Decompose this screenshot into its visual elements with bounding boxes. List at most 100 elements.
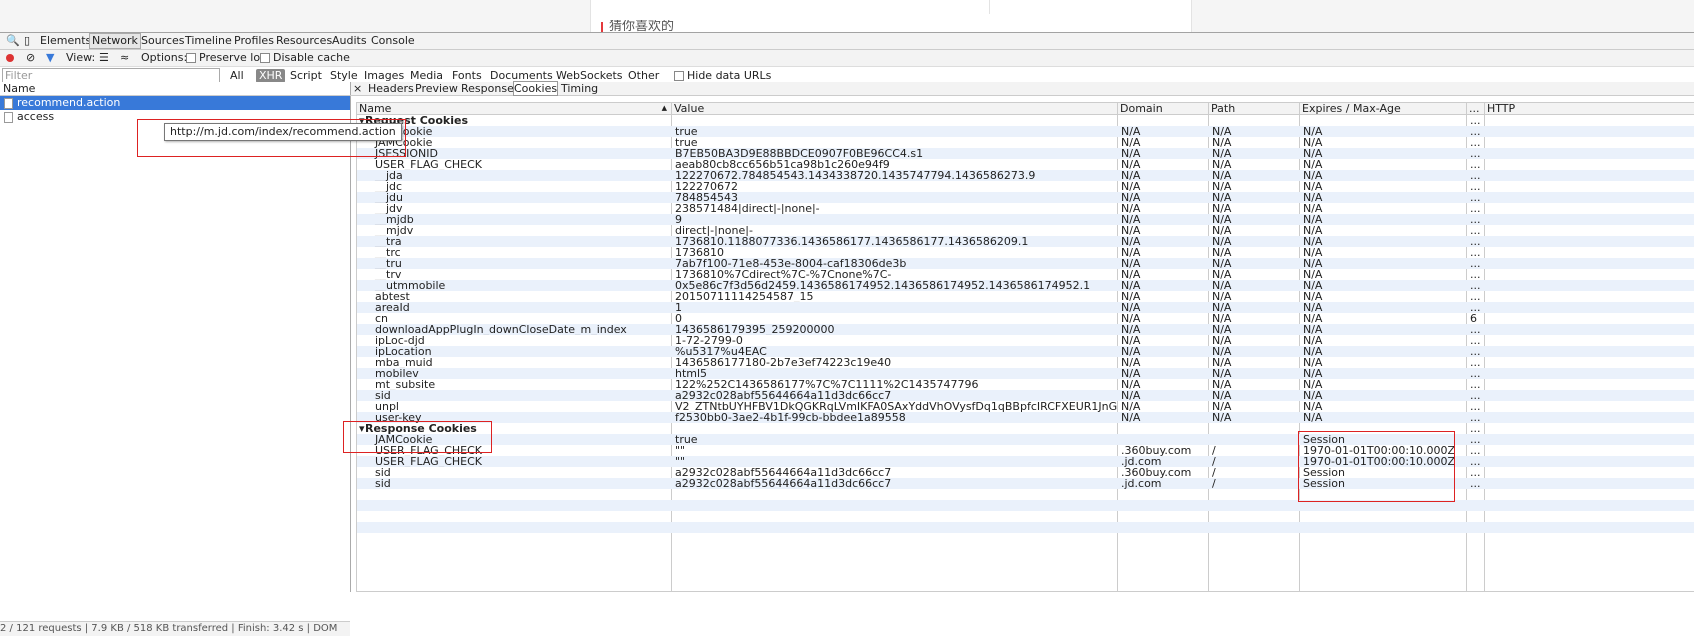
cookie-row[interactable]: sid a2932c028abf55644664a11d3dc66cc7 .jd.c…	[357, 478, 1694, 489]
cookie-row[interactable]: __utmmobile 0x5e86c7f3d56d2459.1436586174…	[357, 280, 1694, 291]
cookie-path: N/A	[1212, 357, 1232, 368]
filter-other[interactable]: Other	[628, 69, 659, 83]
cookie-name: sid	[375, 390, 391, 401]
inspect-icon[interactable]: 🔍	[4, 34, 22, 48]
cookie-group-row[interactable]: ▾ Request Cookies...	[357, 115, 1694, 126]
filter-icon[interactable]: ▼	[46, 51, 54, 65]
cookie-row[interactable]: USER_FLAG_CHECK aeab80cb8cc656b51ca98b1c2…	[357, 159, 1694, 170]
cookie-row[interactable]: __trc 1736810 N/A N/A N/A...	[357, 247, 1694, 258]
tab-resources[interactable]: Resources	[274, 34, 334, 48]
disable-cache-label: Disable cache	[273, 51, 350, 64]
close-icon[interactable]: ×	[353, 82, 362, 95]
cookie-more: ...	[1470, 236, 1481, 247]
cookie-more: ...	[1470, 225, 1481, 236]
tab-preview[interactable]: Preview	[415, 82, 458, 95]
column-http[interactable]: HTTP	[1485, 103, 1694, 114]
overview-icon[interactable]: ≈	[120, 51, 129, 65]
cookie-more: ...	[1470, 115, 1481, 126]
cookie-row[interactable]: __tra 1736810.1188077336.1436586177.14365…	[357, 236, 1694, 247]
cookie-name: areaId	[375, 302, 410, 313]
cookie-domain: N/A	[1121, 313, 1141, 324]
cookie-row[interactable]: mt_subsite 122%252C1436586177%7C%7C1111%2…	[357, 379, 1694, 390]
cookie-row[interactable]: __jda 122270672.784854543.1434338720.1435…	[357, 170, 1694, 181]
tab-console[interactable]: Console	[369, 34, 417, 48]
cookie-expires: N/A	[1303, 346, 1323, 357]
cookie-row[interactable]: downloadAppPlugIn_downCloseDate_m_index 1…	[357, 324, 1694, 335]
device-icon[interactable]: ▯	[22, 34, 32, 48]
cookie-domain: N/A	[1121, 390, 1141, 401]
filter-websockets[interactable]: WebSockets	[556, 69, 623, 83]
column-expires[interactable]: Expires / Max-Age	[1300, 103, 1467, 114]
tab-audits[interactable]: Audits	[330, 34, 369, 48]
cookie-row[interactable]: __mjdv direct|-|none|- N/A N/A N/A...	[357, 225, 1694, 236]
filter-xhr[interactable]: XHR	[256, 69, 286, 83]
tab-sources[interactable]: Sources	[139, 34, 187, 48]
tab-elements[interactable]: Elements	[38, 34, 93, 48]
cookie-row[interactable]: USER_FLAG_CHECK "" .jd.com/1970-01-01T00:0…	[357, 456, 1694, 467]
cookie-domain: N/A	[1121, 368, 1141, 379]
filter-media[interactable]: Media	[410, 69, 443, 83]
filter-style[interactable]: Style	[330, 69, 358, 83]
clear-icon[interactable]: ⊘	[26, 51, 35, 65]
cookie-domain: N/A	[1121, 170, 1141, 181]
cookie-path: N/A	[1212, 181, 1232, 192]
cookie-name: sid	[375, 478, 391, 489]
cookie-domain: .jd.com	[1121, 478, 1162, 489]
cookie-value: 7ab7f100-71e8-453e-8004-caf18306de3b	[675, 258, 907, 269]
cookie-row[interactable]: ipLoc-djd 1-72-2799-0 N/A N/A N/A...	[357, 335, 1694, 346]
column-value[interactable]: Value	[672, 103, 1118, 114]
cookie-row[interactable]: JAMCookie true N/A N/A N/A...	[357, 137, 1694, 148]
filter-images[interactable]: Images	[364, 69, 404, 83]
cookie-row[interactable]: __tru 7ab7f100-71e8-453e-8004-caf18306de3…	[357, 258, 1694, 269]
filter-input[interactable]: Filter	[2, 68, 220, 83]
cookie-row[interactable]: abtest 20150711114254587_15 N/A N/A N/A...	[357, 291, 1694, 302]
filter-script[interactable]: Script	[290, 69, 322, 83]
cookie-group-row[interactable]: ▾ Response Cookies...	[357, 423, 1694, 434]
cookie-path: N/A	[1212, 126, 1232, 137]
cookie-row[interactable]: __jdc 122270672 N/A N/A N/A...	[357, 181, 1694, 192]
cookie-row[interactable]: user-key f2530bb0-3ae2-4b1f-99cb-bbdee1a8…	[357, 412, 1694, 423]
cookie-row[interactable]: __jdv 238571484|direct|-|none|- N/A N/A N/A.…	[357, 203, 1694, 214]
column-size[interactable]: ...	[1467, 103, 1485, 114]
tab-cookies[interactable]: Cookies	[513, 81, 559, 96]
filter-all[interactable]: All	[230, 69, 244, 83]
disable-cache-checkbox[interactable]: Disable cache	[260, 51, 350, 65]
cookie-row[interactable]: mba_muid 1436586177180-2b7e3ef74223c19e40…	[357, 357, 1694, 368]
cookie-row[interactable]: JAMCookie true N/A N/A N/A...	[357, 126, 1694, 137]
record-icon[interactable]	[6, 54, 14, 62]
cookie-row[interactable]: mobilev html5 N/A N/A N/A...	[357, 368, 1694, 379]
name-column-header[interactable]: Name	[0, 82, 353, 96]
cookie-more: ...	[1470, 335, 1481, 346]
cookie-row[interactable]: cn 0 N/A N/A N/A 6	[357, 313, 1694, 324]
tab-headers[interactable]: Headers	[368, 82, 414, 95]
cookie-row[interactable]: ipLocation %u5317%u4EAC N/A N/A N/A...	[357, 346, 1694, 357]
cookie-row[interactable]: __trv 1736810%7Cdirect%7C-%7Cnone%7C- N/A N…	[357, 269, 1694, 280]
request-row[interactable]: recommend.action	[0, 96, 350, 110]
column-name[interactable]: Name ▲	[357, 103, 672, 114]
cookie-row[interactable]: JAMCookie true Session...	[357, 434, 1694, 445]
cookie-name: __jdv	[375, 203, 403, 214]
cookie-row[interactable]: areaId 1 N/A N/A N/A...	[357, 302, 1694, 313]
tab-response[interactable]: Response	[461, 82, 514, 95]
tab-network[interactable]: Network	[89, 33, 141, 49]
preserve-log-checkbox[interactable]: Preserve log	[186, 51, 267, 65]
cookie-expires: N/A	[1303, 280, 1323, 291]
cookie-row[interactable]: USER_FLAG_CHECK "" .360buy.com/1970-01-01T…	[357, 445, 1694, 456]
column-path[interactable]: Path	[1209, 103, 1300, 114]
cookie-expires: N/A	[1303, 247, 1323, 258]
cookie-row[interactable]: __jdu 784854543 N/A N/A N/A...	[357, 192, 1694, 203]
tab-profiles[interactable]: Profiles	[232, 34, 276, 48]
column-domain[interactable]: Domain	[1118, 103, 1209, 114]
tab-timeline[interactable]: Timeline	[183, 34, 234, 48]
cookie-domain: N/A	[1121, 258, 1141, 269]
list-view-icon[interactable]: ☰	[99, 51, 109, 65]
cookie-row[interactable]: __mjdb 9 N/A N/A N/A...	[357, 214, 1694, 225]
cookie-more: ...	[1470, 346, 1481, 357]
cookie-row[interactable]: sid a2932c028abf55644664a11d3dc66cc7 N/A N/…	[357, 390, 1694, 401]
cookie-row[interactable]: JSESSIONID B7EB50BA3D9E88BBDCE0907F0BE96C…	[357, 148, 1694, 159]
cookie-row[interactable]: unpl V2_ZTNtbUYHFBV1DkQGKRqLVmIKFA0SAxYdd…	[357, 401, 1694, 412]
filter-fonts[interactable]: Fonts	[452, 69, 482, 83]
tab-timing[interactable]: Timing	[561, 82, 598, 95]
cookie-row[interactable]: sid a2932c028abf55644664a11d3dc66cc7 .360b…	[357, 467, 1694, 478]
hide-data-urls-checkbox[interactable]: Hide data URLs	[674, 69, 771, 83]
